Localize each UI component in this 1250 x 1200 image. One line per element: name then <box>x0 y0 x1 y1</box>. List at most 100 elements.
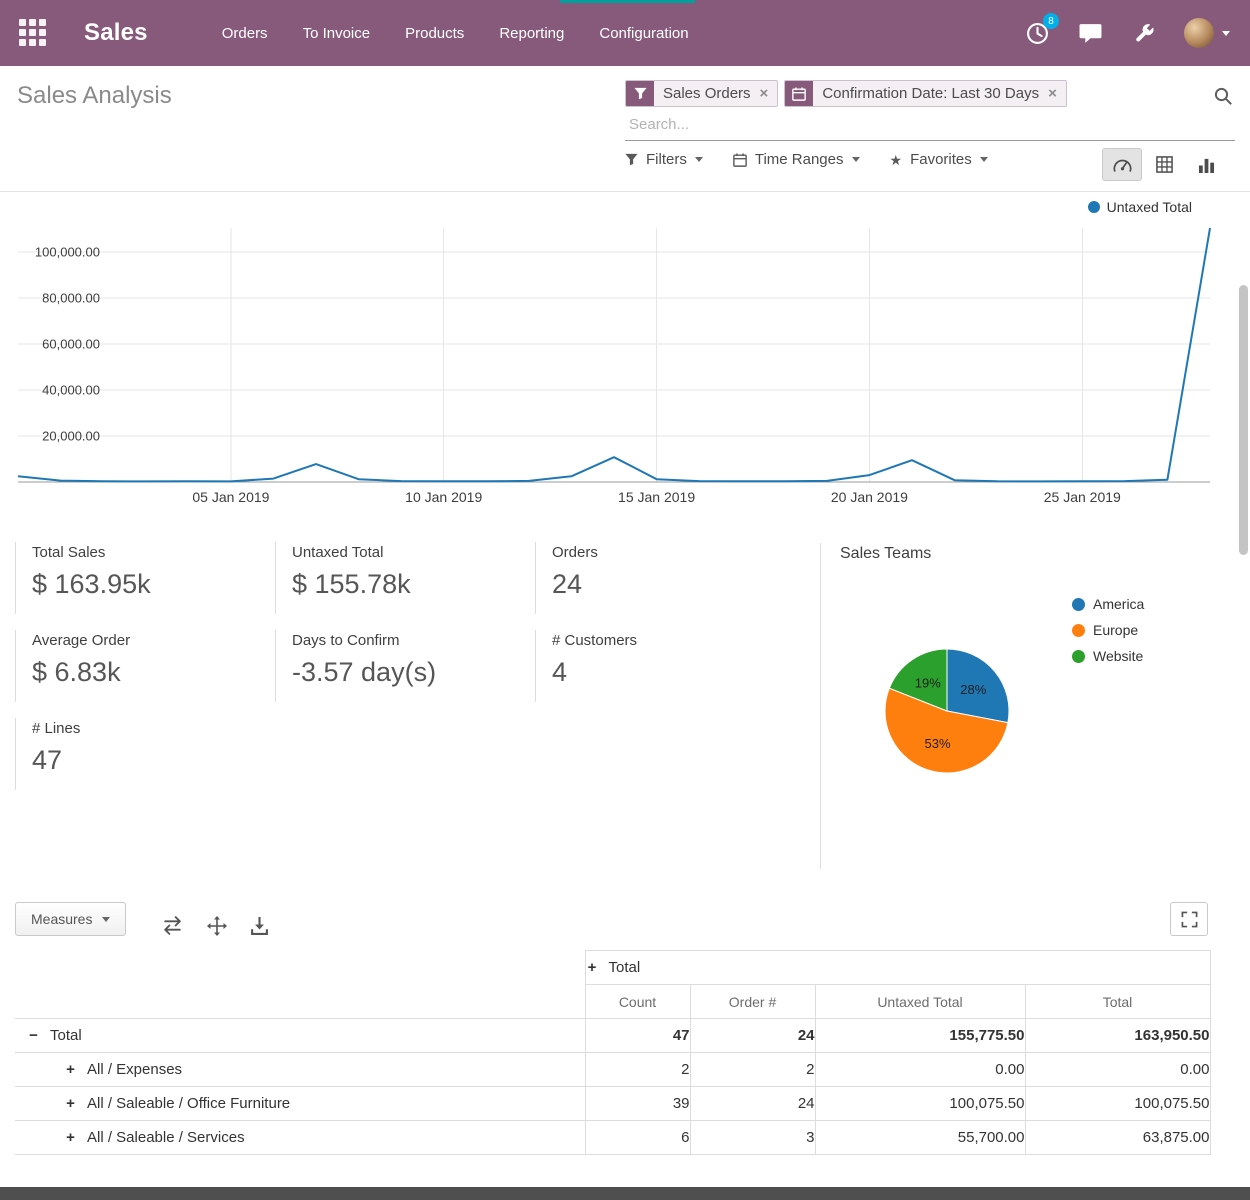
kpi-total-sales[interactable]: Total Sales$ 163.95k <box>15 542 275 614</box>
activity-clock-icon[interactable]: 8 <box>1025 21 1049 45</box>
pivot-col-order[interactable]: Order # <box>690 985 815 1019</box>
pivot-cell: 47 <box>585 1019 690 1053</box>
messages-icon[interactable] <box>1078 21 1102 45</box>
search-input-row <box>625 112 1235 141</box>
star-icon: ★ <box>890 153 903 167</box>
nav-item-to-invoice[interactable]: To Invoice <box>299 19 375 48</box>
top-navbar: Sales Orders To Invoice Products Reporting C… <box>0 0 1250 66</box>
svg-text:100,000.00: 100,000.00 <box>35 245 100 260</box>
pivot-toolbar: Measures <box>15 902 1235 942</box>
nav-item-products[interactable]: Products <box>401 19 468 48</box>
nav-item-orders[interactable]: Orders <box>218 19 272 48</box>
kpi-average-order[interactable]: Average Order$ 6.83k <box>15 630 275 702</box>
search-facet: Sales Orders× <box>625 80 778 107</box>
chevron-down-icon <box>695 157 703 162</box>
kpi-label: Orders <box>552 544 795 561</box>
view-switch-dashboard-button[interactable] <box>1102 148 1142 181</box>
scrollbar-thumb[interactable] <box>1239 285 1248 555</box>
pie-legend-item-europe[interactable]: Europe <box>1072 617 1144 643</box>
expand-icon[interactable]: + <box>586 959 599 976</box>
pivot-row-label[interactable]: +All / Saleable / Office Furniture <box>15 1087 585 1121</box>
nav-item-reporting[interactable]: Reporting <box>495 19 568 48</box>
svg-text:20 Jan 2019: 20 Jan 2019 <box>831 489 908 505</box>
view-switch-pivot-button[interactable] <box>1144 148 1184 181</box>
favorites-button[interactable]: ★Favorites <box>890 151 988 168</box>
time-ranges-button[interactable]: Time Ranges <box>733 151 860 168</box>
download-icon[interactable] <box>250 916 269 936</box>
kpi-label: # Lines <box>32 720 275 737</box>
legend-dot <box>1088 201 1100 213</box>
expand-icon[interactable]: + <box>64 1129 77 1146</box>
collapse-icon[interactable]: − <box>27 1027 40 1044</box>
pivot-cell: 2 <box>585 1053 690 1087</box>
search-input[interactable] <box>627 115 1047 134</box>
measures-button[interactable]: Measures <box>15 902 126 936</box>
legend-dot <box>1072 624 1085 637</box>
pivot-row-label[interactable]: −Total <box>15 1019 585 1053</box>
fullscreen-button[interactable] <box>1170 902 1208 936</box>
pivot-row-label[interactable]: +All / Saleable / Services <box>15 1121 585 1155</box>
view-switch-graph-button[interactable] <box>1186 148 1226 181</box>
avatar <box>1184 18 1214 48</box>
pie-legend-item-website[interactable]: Website <box>1072 643 1144 669</box>
dashboard-view-icon <box>1113 156 1132 173</box>
pie-legend-item-america[interactable]: America <box>1072 591 1144 617</box>
pivot-cell: 100,075.50 <box>1025 1087 1210 1121</box>
activity-badge: 8 <box>1043 13 1059 29</box>
chevron-down-icon <box>852 157 860 162</box>
flip-axis-icon[interactable] <box>161 916 184 936</box>
svg-text:25 Jan 2019: 25 Jan 2019 <box>1044 489 1121 505</box>
pivot-col-untaxed-total[interactable]: Untaxed Total <box>815 985 1025 1019</box>
calendar-icon <box>733 153 747 167</box>
svg-text:60,000.00: 60,000.00 <box>42 337 100 352</box>
pivot-cell: 100,075.50 <box>815 1087 1025 1121</box>
kpi-label: Untaxed Total <box>292 544 535 561</box>
kpi-grid: Total Sales$ 163.95k Untaxed Total $ 155.7… <box>15 542 815 790</box>
pivot-cell: 155,775.50 <box>815 1019 1025 1053</box>
kpi-orders[interactable]: Orders 24 <box>535 542 795 614</box>
nav-menu: Orders To Invoice Products Reporting Configu… <box>218 19 693 48</box>
pivot-group-header-total[interactable]: +Total <box>585 951 1210 985</box>
kpi-days-to-confirm[interactable]: Days to Confirm-3.57 day(s) <box>275 630 535 702</box>
facet-remove-icon[interactable]: × <box>1048 86 1057 101</box>
kpi-value: $ 6.83k <box>32 657 275 688</box>
pivot-cell: 163,950.50 <box>1025 1019 1210 1053</box>
expand-all-icon[interactable] <box>207 916 227 936</box>
facet-remove-icon[interactable]: × <box>760 86 769 101</box>
pivot-row-label[interactable]: +All / Expenses <box>15 1053 585 1087</box>
kpi-customers[interactable]: # Customers4 <box>535 630 795 702</box>
kpi-untaxed-total[interactable]: Untaxed Total $ 155.78k <box>275 542 535 614</box>
pivot-cell: 39 <box>585 1087 690 1121</box>
user-menu[interactable] <box>1184 18 1230 48</box>
pivot-col-count[interactable]: Count <box>585 985 690 1019</box>
apps-grid-icon[interactable] <box>19 19 47 47</box>
kpi-value: $ 155.78k <box>292 569 535 600</box>
vertical-divider <box>820 543 821 869</box>
line-legend-item[interactable]: Untaxed Total <box>1088 199 1192 215</box>
pivot-cell: 0.00 <box>1025 1053 1210 1087</box>
search-view: Sales Orders×Confirmation Date: Last 30 … <box>625 80 1235 141</box>
kpi-lines[interactable]: # Lines47 <box>15 718 275 790</box>
svg-text:53%: 53% <box>924 736 950 751</box>
filters-button[interactable]: Filters <box>625 151 703 168</box>
pivot-cell: 55,700.00 <box>815 1121 1025 1155</box>
control-panel: Sales Analysis Sales Orders×Confirmation… <box>0 66 1250 192</box>
kpi-value: -3.57 day(s) <box>292 657 535 688</box>
search-icon[interactable] <box>1213 86 1233 111</box>
line-chart-section: Untaxed Total 20,000.0040,000.0060,000.0… <box>0 194 1250 529</box>
nav-item-configuration[interactable]: Configuration <box>595 19 692 48</box>
kpi-value: 24 <box>552 569 795 600</box>
pivot-col-total[interactable]: Total <box>1025 985 1210 1019</box>
expand-icon[interactable]: + <box>64 1061 77 1078</box>
app-brand[interactable]: Sales <box>84 19 148 47</box>
legend-label: Untaxed Total <box>1107 199 1192 215</box>
pivot-cell: 0.00 <box>815 1053 1025 1087</box>
pivot-cell: 24 <box>690 1019 815 1053</box>
chevron-down-icon <box>1222 31 1230 36</box>
kpi-value: $ 163.95k <box>32 569 275 600</box>
expand-icon[interactable]: + <box>64 1095 77 1112</box>
filter-icon <box>626 81 654 106</box>
sales-teams-title: Sales Teams <box>840 545 1240 563</box>
graph-view-icon <box>1198 157 1215 173</box>
wrench-icon[interactable] <box>1131 21 1155 45</box>
